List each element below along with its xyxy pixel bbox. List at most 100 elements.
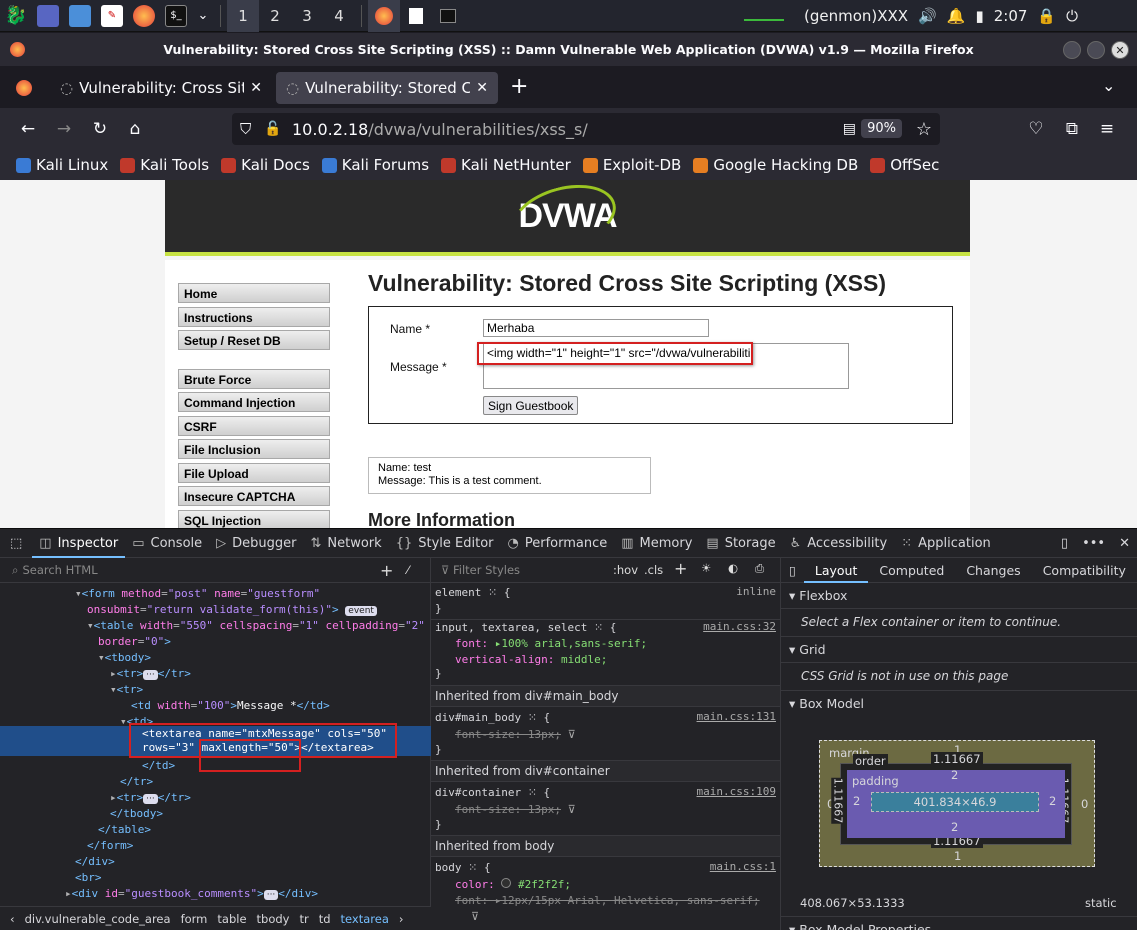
box-model-section-header[interactable]: ▾ Box Model <box>781 691 1137 717</box>
menu-insecure-captcha[interactable]: Insecure CAPTCHA <box>178 486 330 506</box>
chevron-down-icon[interactable]: ⌄ <box>197 5 209 27</box>
zoom-level[interactable]: 90% <box>861 119 902 138</box>
minimize-button[interactable] <box>1063 41 1081 59</box>
add-rule-icon[interactable]: + <box>674 559 687 578</box>
node-tbody-close[interactable]: </tbody> <box>110 806 163 822</box>
power-icon[interactable]: ⏻ <box>1066 7 1078 25</box>
menu-home[interactable]: Home <box>178 283 330 303</box>
border-left[interactable]: 1.11667 <box>831 777 845 824</box>
bookmark-kali-tools[interactable]: Kali Tools <box>120 156 209 174</box>
node-div-close[interactable]: </div> <box>75 854 115 870</box>
new-tab-button[interactable]: + <box>510 74 528 99</box>
menu-sql-injection[interactable]: SQL Injection <box>178 510 330 528</box>
node-tr-collapsed[interactable]: ▸<tr> ··· </tr> <box>110 666 191 682</box>
breadcrumb-item[interactable]: tr <box>299 912 308 926</box>
rule-body-source[interactable]: main.css:1 <box>710 860 776 873</box>
url-bar[interactable]: ⛉ 🔓 10.0.2.18/dvwa/vulnerabilities/xss_s… <box>232 113 940 145</box>
tab-style-editor[interactable]: {} Style Editor <box>389 528 501 558</box>
back-button[interactable]: ← <box>15 116 41 142</box>
file-manager-icon[interactable] <box>69 4 91 27</box>
battery-icon[interactable]: ▮ <box>975 7 983 25</box>
bookmark-google-hacking-db[interactable]: Google Hacking DB <box>693 156 858 174</box>
close-devtools-icon[interactable]: ✕ <box>1112 528 1137 558</box>
rule-container[interactable]: div#container ⁙ { <box>435 785 550 801</box>
rule-main-body-source[interactable]: main.css:131 <box>697 710 776 723</box>
padding-top[interactable]: 2 <box>951 768 958 782</box>
node-tr-close[interactable]: </tr> <box>120 774 153 790</box>
node-guestbook-comments[interactable]: ▸<div id="guestbook_comments"> ··· </div> <box>65 886 318 902</box>
node-table-close[interactable]: </table> <box>98 822 151 838</box>
node-form-close[interactable]: </form> <box>87 838 133 854</box>
tab-performance[interactable]: ◔ Performance <box>501 528 615 558</box>
decl-color[interactable]: color: #2f2f2f; <box>455 877 571 893</box>
decl-font-size-overridden[interactable]: font-size: 13px; ⊽ <box>455 802 576 818</box>
margin-right[interactable]: 0 <box>1081 797 1088 811</box>
tab-console[interactable]: ▭ Console <box>125 528 209 558</box>
search-html-input[interactable]: ⌕ Search HTML + ⁄ <box>0 558 431 583</box>
box-model-padding[interactable]: padding 2 2 2 2 401.834×46.9 <box>847 768 1065 838</box>
decl-font[interactable]: font: ▸100% arial,sans-serif; <box>455 636 647 652</box>
tab-compatibility[interactable]: Compatibility <box>1032 558 1137 583</box>
bookmark-exploit-db[interactable]: Exploit-DB <box>582 156 681 174</box>
lock-icon[interactable]: 🔒 <box>1037 7 1056 25</box>
tab-close-icon[interactable]: ✕ <box>476 80 488 96</box>
tab-computed[interactable]: Computed <box>868 558 955 583</box>
sign-guestbook-button[interactable]: Sign Guestbook <box>483 396 579 415</box>
filter-icon[interactable]: ⊽ <box>471 909 479 925</box>
list-tabs-icon[interactable]: ⌄ <box>1102 76 1115 95</box>
add-node-icon[interactable]: + <box>380 561 393 580</box>
padding-right[interactable]: 2 <box>1049 794 1056 808</box>
node-table-attr[interactable]: border="0"> <box>98 634 171 650</box>
extensions-icon[interactable]: ⧉ <box>1059 116 1085 142</box>
kali-menu-icon[interactable]: 🐉 <box>5 5 27 27</box>
app-menu-icon[interactable]: ≡ <box>1094 116 1120 142</box>
tab-debugger[interactable]: ▷ Debugger <box>209 528 303 558</box>
box-model-margin[interactable]: margin 1 1 0 0 order 1.11667 1.11667 1.1… <box>819 740 1095 867</box>
menu-csrf[interactable]: CSRF <box>178 416 330 436</box>
breadcrumb-back-icon[interactable]: ‹ <box>10 912 15 926</box>
tab-close-icon[interactable]: ✕ <box>250 80 262 96</box>
rule-container-source[interactable]: main.css:109 <box>697 785 776 798</box>
menu-setup-reset-db[interactable]: Setup / Reset DB <box>178 330 330 350</box>
insecure-lock-icon[interactable]: 🔓 <box>264 121 281 137</box>
rule-element[interactable]: element ⁙ { <box>435 585 510 601</box>
box-model-properties-header[interactable]: ▾ Box Model Properties <box>781 916 1137 930</box>
reader-view-icon[interactable]: ▤ <box>843 121 856 137</box>
breadcrumb-item[interactable]: tbody <box>257 912 290 926</box>
tab-accessibility[interactable]: ♿ Accessibility <box>783 528 895 558</box>
color-swatch[interactable] <box>501 878 512 888</box>
filter-styles-input[interactable]: ⊽ Filter Styles :hov .cls + ☀ ◐ ⎙ <box>431 558 780 583</box>
light-scheme-icon[interactable]: ☀ <box>701 561 711 575</box>
workspace-4[interactable]: 4 <box>323 0 355 32</box>
terminal-launcher-icon[interactable]: $_ <box>165 4 187 27</box>
tab-xss-stored[interactable]: ◌ Vulnerability: Stored Cros ✕ <box>276 72 498 104</box>
bookmark-kali-linux[interactable]: Kali Linux <box>16 156 108 174</box>
hov-toggle[interactable]: :hov <box>613 563 638 577</box>
volume-icon[interactable]: 🔊 <box>918 7 937 25</box>
decl-font-size-overridden[interactable]: font-size: 13px; ⊽ <box>455 727 576 743</box>
close-window-button[interactable]: ✕ <box>1111 41 1129 59</box>
shield-icon[interactable]: ⛉ <box>240 120 251 138</box>
taskbar-terminal-icon[interactable] <box>432 0 464 32</box>
bookmark-offsec[interactable]: OffSec <box>870 156 939 174</box>
sidebar-toggle-icon[interactable]: ▯ <box>781 558 804 583</box>
node-br[interactable]: <br> <box>75 870 102 886</box>
breadcrumb-item[interactable]: table <box>217 912 246 926</box>
menu-command-injection[interactable]: Command Injection <box>178 392 330 412</box>
tab-changes[interactable]: Changes <box>955 558 1031 583</box>
firefox-view-icon[interactable] <box>16 80 32 96</box>
node-table[interactable]: ▾<table width="550" cellspacing="1" cell… <box>87 618 425 634</box>
taskbar-firefox-icon[interactable] <box>368 0 400 32</box>
eyedropper-icon[interactable]: ⁄ <box>407 563 409 577</box>
padding-left[interactable]: 2 <box>853 794 860 808</box>
bookmark-star-icon[interactable]: ☆ <box>916 119 932 140</box>
node-form-attr[interactable]: onsubmit="return validate_form(this)"> e… <box>87 602 377 618</box>
box-model-content[interactable]: 401.834×46.9 <box>871 792 1039 812</box>
print-media-icon[interactable]: ⎙ <box>755 561 764 576</box>
workspace-3[interactable]: 3 <box>291 0 323 32</box>
node-tr-collapsed[interactable]: ▸<tr> ··· </tr> <box>110 790 191 806</box>
tab-application[interactable]: ⁙ Application <box>894 528 998 558</box>
breadcrumb-item[interactable]: div.vulnerable_code_area <box>25 912 171 926</box>
text-editor-icon[interactable]: ✎ <box>101 4 123 27</box>
decl-font-overridden[interactable]: font: ▸12px/15px Arial, Helvetica, sans-… <box>455 893 760 909</box>
